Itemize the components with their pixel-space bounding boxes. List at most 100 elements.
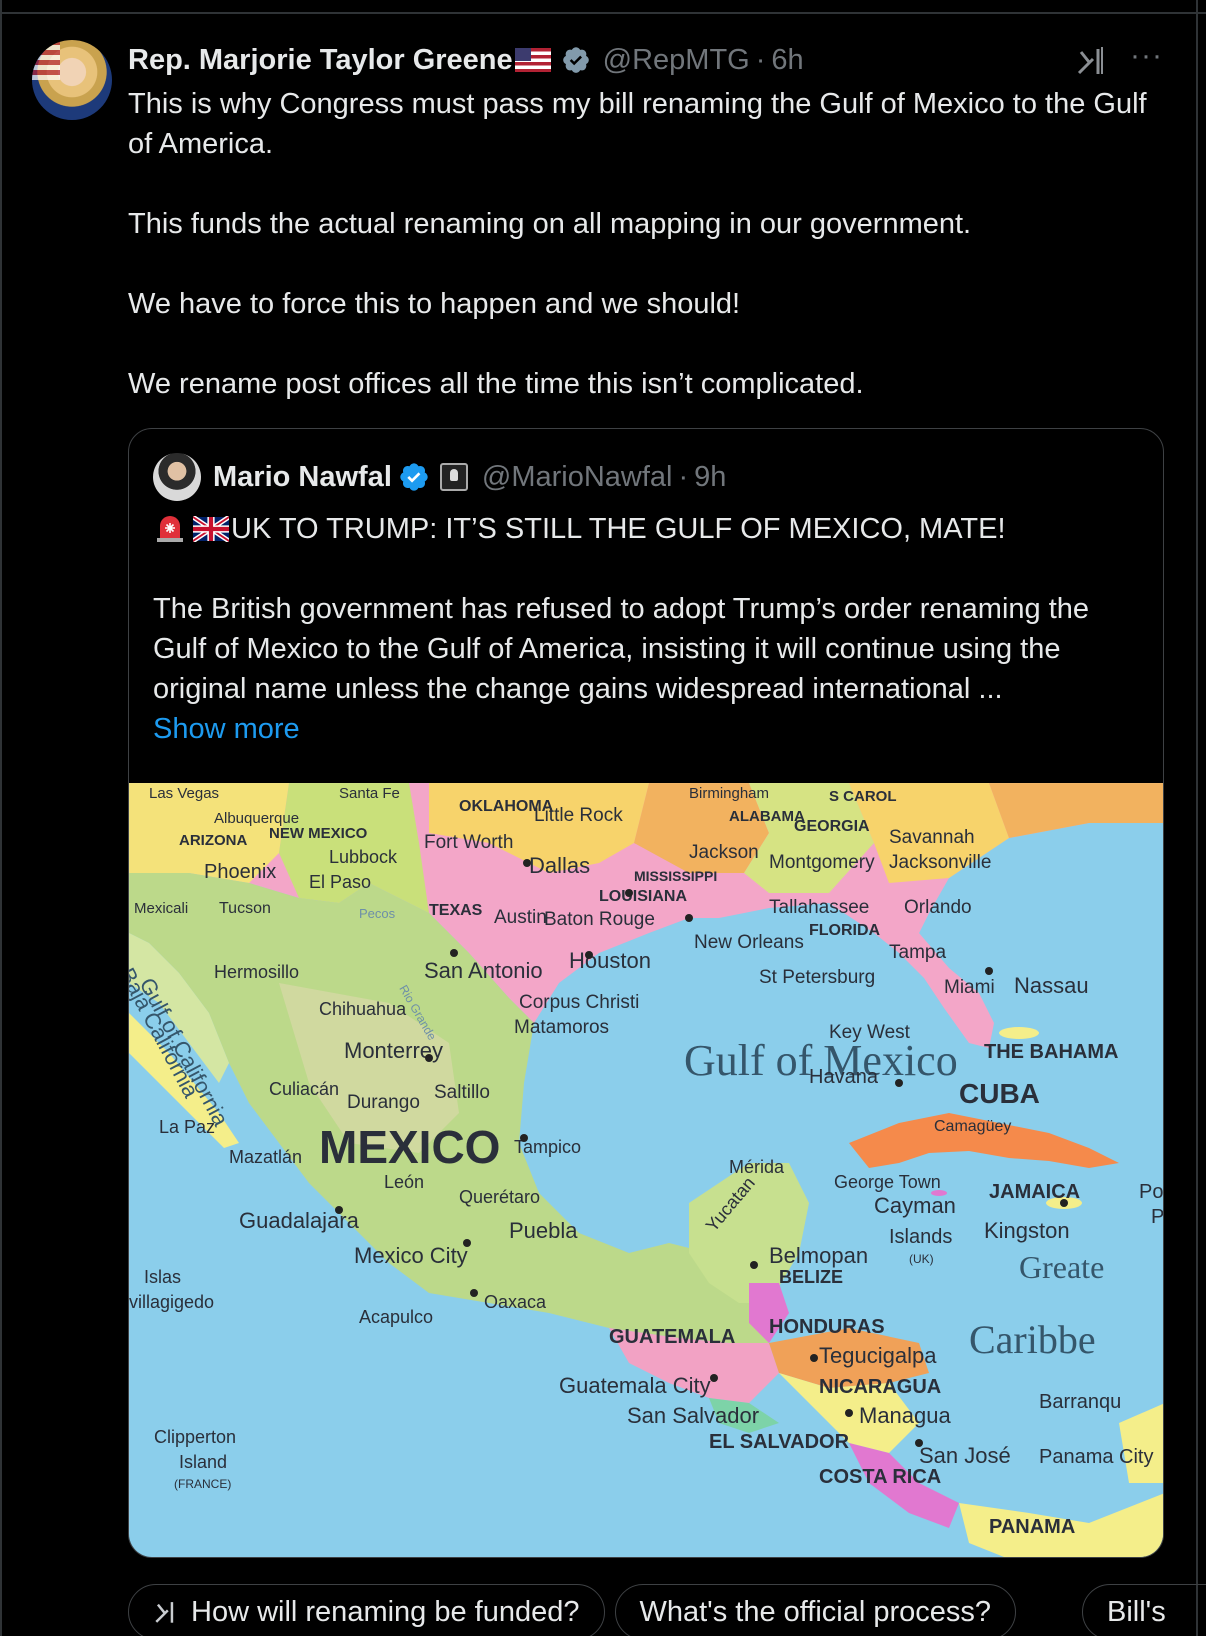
map-label-greater: Greate bbox=[1019, 1249, 1104, 1285]
map-label-belmopan: Belmopan bbox=[769, 1243, 868, 1268]
quoted-headline-line: UK TO TRUMP: IT’S STILL THE GULF OF MEXI… bbox=[153, 509, 1143, 549]
post-text-paragraph: We rename post offices all the time this… bbox=[128, 368, 864, 400]
map-label-san-jose: San José bbox=[919, 1443, 1011, 1468]
map-label-fort-worth: Fort Worth bbox=[424, 832, 513, 853]
suggestion-chip[interactable]: What's the official process? bbox=[614, 1584, 1017, 1636]
map-label-corpus-christi: Corpus Christi bbox=[519, 992, 639, 1013]
map-label-key-west: Key West bbox=[829, 1022, 911, 1043]
map-label-houston: Houston bbox=[569, 948, 651, 973]
map-label-belize: BELIZE bbox=[779, 1267, 843, 1287]
quoted-header: Mario Nawfal @MarioNawfal · 9h bbox=[213, 457, 726, 497]
post-time[interactable]: 6h bbox=[771, 44, 803, 77]
grok-icon[interactable] bbox=[1075, 44, 1109, 78]
map-label-oaxaca: Oaxaca bbox=[484, 1292, 547, 1312]
map-label-louisiana: LOUISIANA bbox=[599, 888, 687, 905]
quoted-body: The British government has refused to ad… bbox=[153, 593, 1090, 705]
map-label-leon: León bbox=[384, 1172, 424, 1192]
map-label-hermosillo: Hermosillo bbox=[214, 962, 299, 982]
quoted-author-avatar[interactable] bbox=[153, 453, 201, 501]
map-label-little-rock: Little Rock bbox=[534, 805, 623, 826]
map-label-jacksonville: Jacksonville bbox=[889, 852, 991, 873]
map-label-cayman: Cayman bbox=[874, 1193, 956, 1218]
author-avatar[interactable] bbox=[32, 40, 112, 120]
map-label-camaguey: Camagüey bbox=[934, 1118, 1011, 1135]
map-label-miami: Miami bbox=[944, 977, 995, 998]
verified-badge-icon[interactable] bbox=[561, 45, 591, 75]
post-text-paragraph: This funds the actual renaming on all ma… bbox=[128, 208, 972, 240]
map-label-st-petersburg: St Petersburg bbox=[759, 967, 875, 988]
map-label-san-antonio: San Antonio bbox=[424, 958, 543, 983]
map-label-birmingham: Birmingham bbox=[689, 785, 769, 802]
map-label-new-mexico: NEW MEXICO bbox=[269, 825, 368, 842]
map-label-revillagigedo: villagigedo bbox=[129, 1292, 214, 1312]
suggestion-chip[interactable]: Bill's bbox=[1082, 1584, 1206, 1636]
map-label-mississippi: MISSISSIPPI bbox=[634, 868, 717, 884]
siren-icon bbox=[157, 516, 183, 542]
suggestion-chip-label: How will renaming be funded? bbox=[191, 1595, 580, 1628]
author-name[interactable]: Rep. Marjorie Taylor Greene bbox=[128, 44, 513, 77]
suggestion-chips: How will renaming be funded? What's the … bbox=[128, 1584, 1026, 1636]
quoted-post[interactable]: Mario Nawfal @MarioNawfal · 9h UK TO TRU… bbox=[128, 428, 1164, 1558]
map-label-p: P bbox=[1151, 1206, 1164, 1228]
post-text-paragraph: We have to force this to happen and we s… bbox=[128, 288, 741, 320]
map-label-jamaica: JAMAICA bbox=[989, 1181, 1080, 1203]
map-label-lubbock: Lubbock bbox=[329, 847, 398, 867]
grok-icon bbox=[155, 1602, 174, 1623]
map-label-barranquilla: Barranqu bbox=[1039, 1391, 1121, 1413]
post-text: This is why Congress must pass my bill r… bbox=[128, 84, 1168, 404]
map-label-islands: Islands bbox=[889, 1226, 952, 1248]
suggestion-chip[interactable]: How will renaming be funded? bbox=[128, 1584, 605, 1636]
map-label-kingston: Kingston bbox=[984, 1218, 1070, 1243]
map-label-montgomery: Montgomery bbox=[769, 852, 875, 873]
map-label-tucson: Tucson bbox=[219, 900, 271, 917]
quoted-headline: UK TO TRUMP: IT’S STILL THE GULF OF MEXI… bbox=[231, 513, 1006, 545]
map-label-island: Island bbox=[179, 1452, 227, 1472]
show-more-link[interactable]: Show more bbox=[153, 709, 1143, 749]
uk-flag-icon bbox=[193, 516, 229, 542]
map-label-texas: TEXAS bbox=[429, 902, 483, 919]
map-label-new-orleans: New Orleans bbox=[694, 932, 804, 953]
org-badge-icon bbox=[439, 463, 468, 491]
verified-badge-icon[interactable] bbox=[398, 461, 430, 493]
map-label-guatemala: GUATEMALA bbox=[609, 1326, 735, 1348]
map-label-queretaro: Querétaro bbox=[459, 1187, 540, 1207]
map-label-jackson: Jackson bbox=[689, 842, 759, 863]
map-label-florida: FLORIDA bbox=[809, 922, 881, 939]
us-flag-icon bbox=[514, 48, 551, 72]
map-label-s-carolina: S CAROL bbox=[829, 788, 897, 805]
map-label-el-salvador: EL SALVADOR bbox=[709, 1431, 850, 1453]
map-label-nassau: Nassau bbox=[1014, 973, 1089, 998]
map-label-tallahassee: Tallahassee bbox=[769, 897, 869, 918]
map-label-dallas: Dallas bbox=[529, 853, 590, 878]
map-label-culiacan: Culiacán bbox=[269, 1079, 339, 1099]
map-label-acapulco: Acapulco bbox=[359, 1307, 433, 1327]
map-label-el-paso: El Paso bbox=[309, 872, 371, 892]
map-label-savannah: Savannah bbox=[889, 827, 975, 848]
map-label-panama: PANAMA bbox=[989, 1516, 1075, 1538]
quoted-author-name[interactable]: Mario Nawfal bbox=[213, 461, 392, 494]
post-header: Rep. Marjorie Taylor Greene @RepMTG · 6h bbox=[128, 42, 804, 78]
map-label-caribbean: Caribbe bbox=[969, 1317, 1096, 1362]
map-label-tegucigalpa: Tegucigalpa bbox=[819, 1343, 937, 1368]
map-label-george-town: George Town bbox=[834, 1172, 941, 1192]
time-separator: · bbox=[755, 43, 766, 76]
map-label-islas: Islas bbox=[144, 1267, 181, 1287]
map-label-mexicali: Mexicali bbox=[134, 900, 188, 917]
map-label-chihuahua: Chihuahua bbox=[319, 999, 407, 1019]
map-label-la-paz: La Paz bbox=[159, 1117, 215, 1137]
frame-top-divider bbox=[0, 0, 1206, 14]
map-label-georgia: GEORGIA bbox=[794, 818, 870, 835]
author-handle[interactable]: @RepMTG bbox=[603, 44, 750, 77]
more-icon[interactable]: ··· bbox=[1130, 41, 1166, 71]
map-label-baton-rouge: Baton Rouge bbox=[544, 909, 655, 930]
suggestion-chip-label: What's the official process? bbox=[639, 1595, 992, 1628]
map-label-uk: (UK) bbox=[909, 1252, 934, 1266]
map-label-panama-city: Panama City bbox=[1039, 1446, 1154, 1468]
frame-right-border bbox=[1196, 0, 1198, 1636]
quoted-handle[interactable]: @MarioNawfal bbox=[482, 461, 673, 494]
map-label-mexico-city: Mexico City bbox=[354, 1243, 468, 1268]
map-label-pecos: Pecos bbox=[359, 906, 396, 921]
quoted-time[interactable]: 9h bbox=[694, 461, 726, 494]
quoted-text: UK TO TRUMP: IT’S STILL THE GULF OF MEXI… bbox=[153, 509, 1143, 749]
gulf-of-mexico-map[interactable]: Gulf of Mexico MEXICO TEXAS OKLAHOMA ALA… bbox=[129, 783, 1164, 1558]
